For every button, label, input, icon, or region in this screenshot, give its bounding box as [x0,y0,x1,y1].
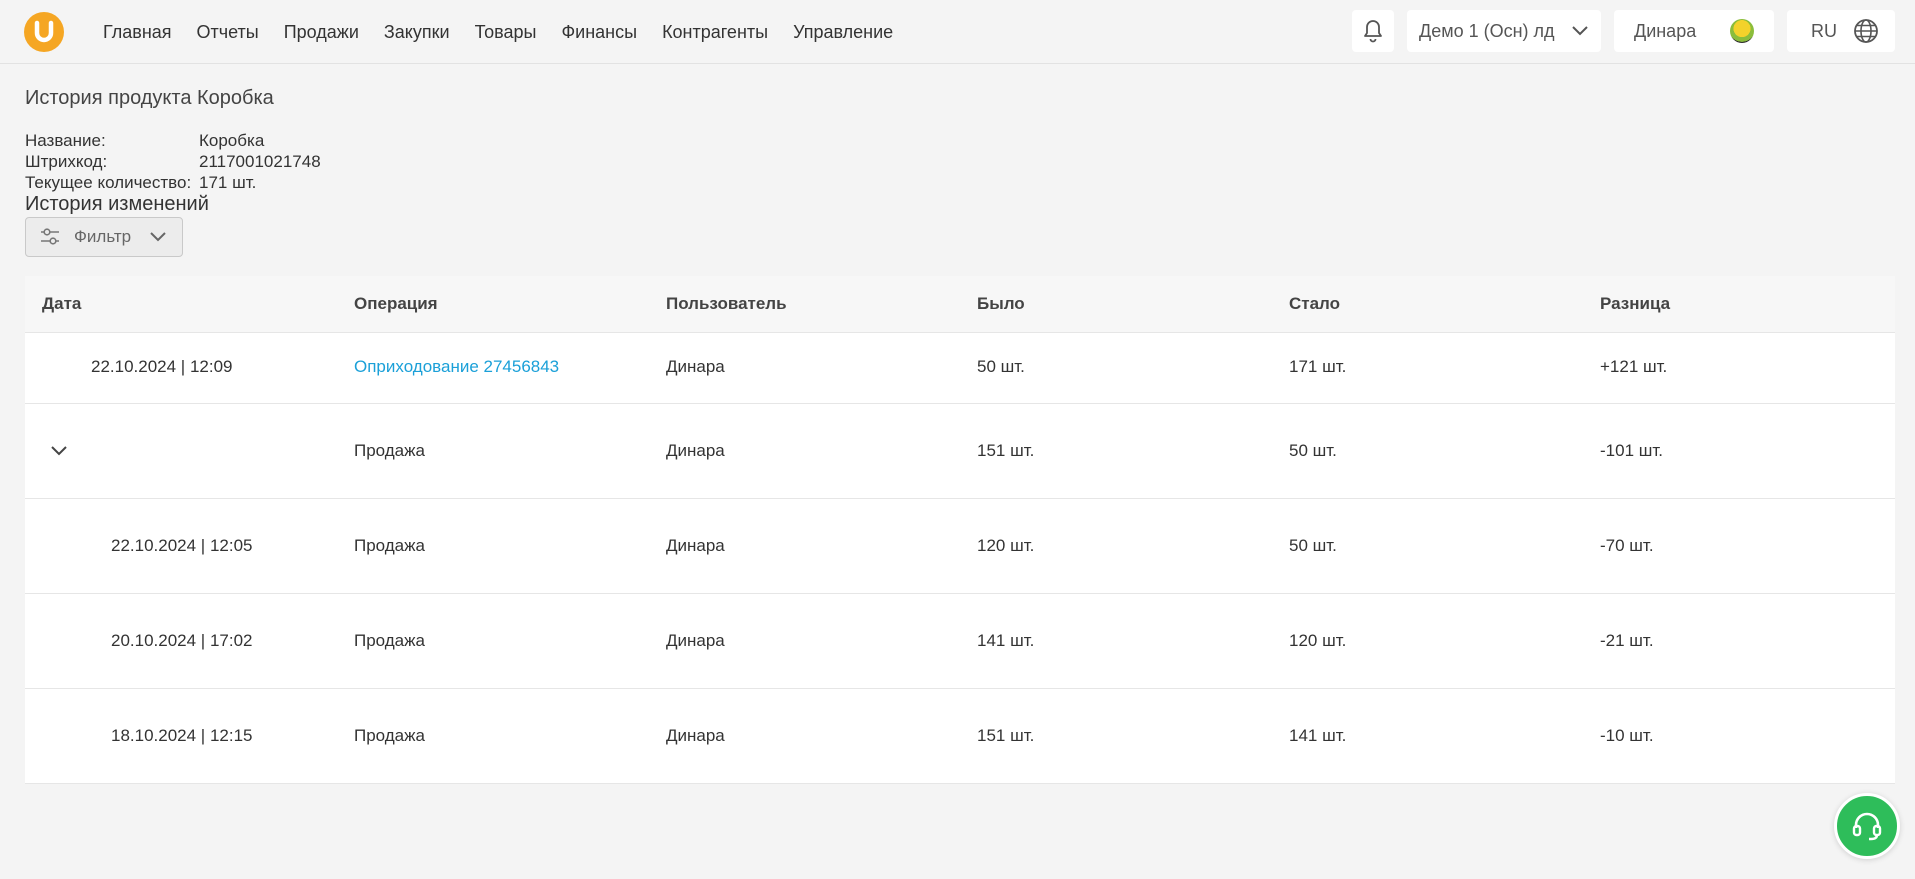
page-title: История продукта Коробка [25,87,274,109]
user-name: Динара [1634,20,1697,41]
info-label: Штрихкод: [25,152,108,171]
filter-label: Фильтр [74,227,132,246]
row-after: 50 шт. [1289,536,1337,555]
avatar [1730,19,1754,43]
filter-button[interactable]: Фильтр [25,217,183,257]
row-user: Динара [666,357,725,376]
nav-item-counterparties[interactable]: Контрагенты [662,22,768,43]
table-row: 22.10.2024 | 12:05 Продажа Динара 120 шт… [25,499,1895,594]
support-chat-button[interactable] [1834,793,1900,859]
row-date: 22.10.2024 | 12:05 [111,536,253,555]
row-diff: +121 шт. [1600,357,1668,376]
row-after: 120 шт. [1289,631,1347,650]
nav-item-reports[interactable]: Отчеты [197,22,259,43]
nav-item-finance[interactable]: Финансы [561,22,637,43]
chevron-down-icon[interactable] [49,444,69,458]
chevron-down-icon [1572,26,1588,36]
globe-icon [1854,19,1878,43]
table-header: Дата Операция Пользователь Было Стало Ра… [25,276,1895,333]
column-header-before[interactable]: Было [977,294,1025,314]
row-date: 22.10.2024 | 12:09 [91,357,233,376]
history-table: Дата Операция Пользователь Было Стало Ра… [25,276,1895,784]
row-before: 151 шт. [977,441,1035,460]
info-row-name: Название: Коробка [25,131,264,151]
row-before: 141 шт. [977,631,1035,650]
row-operation: Продажа [354,536,425,555]
bell-icon [1364,20,1382,43]
operation-link[interactable]: Оприходование 27456843 [354,357,559,377]
history-title: История изменений [25,193,209,215]
column-header-user[interactable]: Пользователь [666,294,787,314]
nav-item-home[interactable]: Главная [103,22,172,43]
row-date: 18.10.2024 | 12:15 [111,726,253,745]
nav-item-products[interactable]: Товары [475,22,537,43]
table-row: 18.10.2024 | 12:15 Продажа Динара 151 шт… [25,689,1895,784]
table-row: 22.10.2024 | 12:09 Оприходование 2745684… [25,333,1895,404]
info-label: Текущее количество: [25,173,192,192]
sliders-icon [41,228,59,245]
column-header-after[interactable]: Стало [1289,294,1340,314]
row-diff: -10 шт. [1600,726,1654,745]
info-value: 2117001021748 [199,152,321,171]
language-select[interactable]: RU [1787,10,1895,52]
row-operation: Продажа [354,441,425,460]
row-after: 171 шт. [1289,357,1347,376]
row-user: Динара [666,441,725,460]
row-user: Динара [666,726,725,745]
user-menu[interactable]: Динара [1614,10,1774,52]
row-date: 20.10.2024 | 17:02 [111,631,253,650]
column-header-diff[interactable]: Разница [1600,294,1670,314]
row-diff: -70 шт. [1600,536,1654,555]
top-bar: Главная Отчеты Продажи Закупки Товары Фи… [0,0,1915,64]
nav-item-management[interactable]: Управление [793,22,893,43]
logo-u-icon[interactable] [24,12,64,52]
main-nav: Главная Отчеты Продажи Закупки Товары Фи… [103,0,918,64]
info-row-barcode: Штрихкод: 2117001021748 [25,152,321,172]
row-before: 50 шт. [977,357,1025,376]
row-user: Динара [666,536,725,555]
company-select[interactable]: Демо 1 (Осн) лд [1407,10,1601,52]
row-operation: Продажа [354,631,425,650]
table-row-group[interactable]: Продажа Динара 151 шт. 50 шт. -101 шт. [25,404,1895,499]
info-label: Название: [25,131,106,150]
row-before: 151 шт. [977,726,1035,745]
info-value: 171 шт. [199,173,257,192]
nav-item-sales[interactable]: Продажи [284,22,359,43]
language-code: RU [1811,20,1837,41]
headset-icon [1852,812,1882,841]
row-diff: -21 шт. [1600,631,1654,650]
row-after: 50 шт. [1289,441,1337,460]
row-before: 120 шт. [977,536,1035,555]
nav-item-purchases[interactable]: Закупки [384,22,450,43]
info-value: Коробка [199,131,265,150]
row-operation: Продажа [354,726,425,745]
notifications-button[interactable] [1352,10,1394,52]
chevron-down-icon [150,232,166,242]
table-row: 20.10.2024 | 17:02 Продажа Динара 141 шт… [25,594,1895,689]
row-user: Динара [666,631,725,650]
company-name: Демо 1 (Осн) лд [1419,20,1555,41]
column-header-operation[interactable]: Операция [354,294,438,314]
row-diff: -101 шт. [1600,441,1664,460]
row-after: 141 шт. [1289,726,1347,745]
column-header-date[interactable]: Дата [42,294,81,314]
info-row-quantity: Текущее количество: 171 шт. [25,173,256,193]
